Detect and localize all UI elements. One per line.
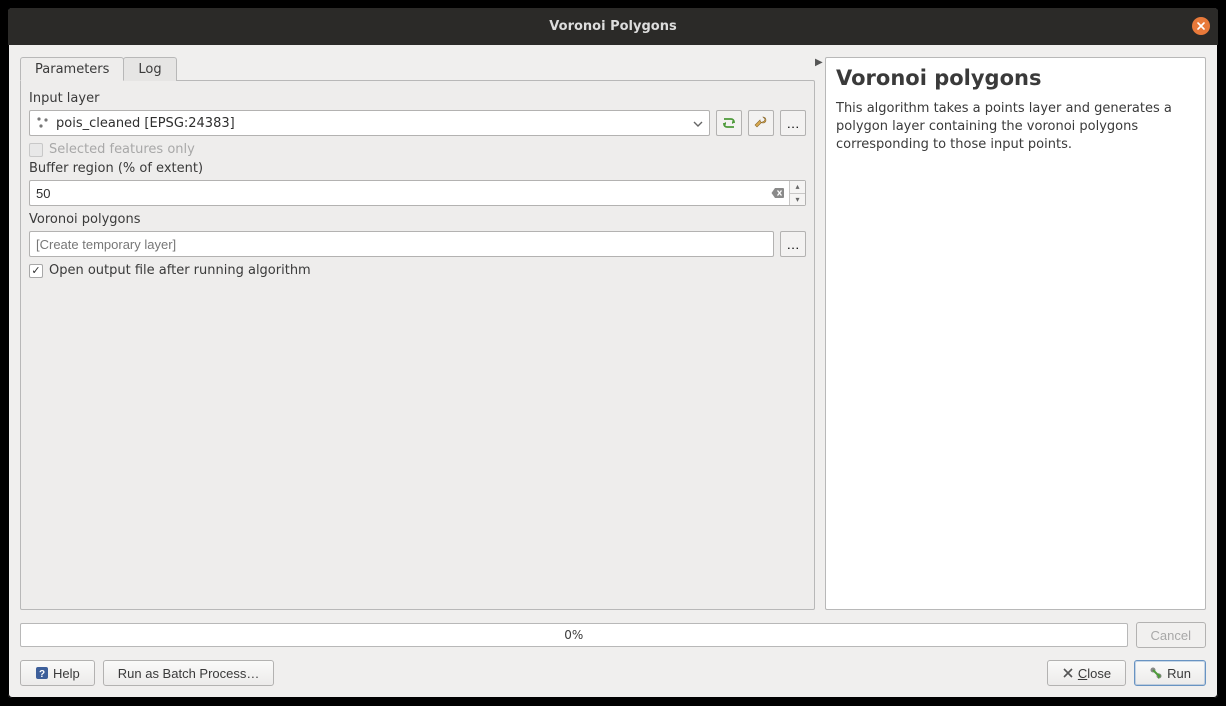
input-layer-combo[interactable]: pois_cleaned [EPSG:24383]: [29, 110, 710, 136]
output-layer-row: …: [29, 231, 806, 257]
ellipsis-icon: …: [786, 116, 799, 131]
window-title: Voronoi Polygons: [549, 19, 676, 34]
input-layer-browse-button[interactable]: …: [780, 110, 806, 136]
cancel-button: Cancel: [1136, 622, 1206, 648]
chevron-down-icon: [693, 116, 703, 131]
selected-features-label: Selected features only: [49, 142, 195, 157]
help-collapse-toggle[interactable]: ▶: [815, 57, 823, 68]
progress-text: 0%: [564, 628, 583, 642]
backspace-icon: [771, 187, 785, 199]
point-layer-icon: [36, 116, 50, 130]
help-button-label: Help: [53, 666, 80, 681]
help-button[interactable]: ? Help: [20, 660, 95, 686]
window-close-button[interactable]: [1192, 17, 1210, 35]
help-body-text: This algorithm takes a points layer and …: [836, 100, 1195, 155]
parameters-tab-body: Input layer pois_cleaned [EPSG:24383]: [20, 80, 815, 610]
tab-log[interactable]: Log: [123, 57, 176, 81]
input-layer-row: pois_cleaned [EPSG:24383]: [29, 110, 806, 136]
buffer-region-input[interactable]: [36, 186, 767, 201]
iterate-icon: [720, 115, 738, 131]
input-layer-label: Input layer: [29, 91, 806, 106]
selected-features-checkbox: [29, 143, 43, 157]
run-button-label: Run: [1167, 666, 1191, 681]
open-output-checkbox[interactable]: [29, 264, 43, 278]
input-layer-value: pois_cleaned [EPSG:24383]: [56, 116, 693, 131]
progress-row: 0% Cancel: [20, 622, 1206, 648]
run-icon: [1149, 666, 1163, 680]
buffer-region-row: ▴ ▾: [29, 180, 806, 206]
close-x-icon: [1062, 667, 1074, 679]
output-layer-field[interactable]: [29, 231, 774, 257]
help-panel: Voronoi polygons This algorithm takes a …: [825, 57, 1206, 610]
run-button[interactable]: Run: [1134, 660, 1206, 686]
footer-row: ? Help Run as Batch Process… Close: [20, 660, 1206, 686]
help-title: Voronoi polygons: [836, 66, 1195, 90]
open-output-checkrow[interactable]: Open output file after running algorithm: [29, 263, 806, 278]
spin-up-button[interactable]: ▴: [790, 181, 805, 194]
main-row: ▶ Parameters Log Input layer: [20, 57, 1206, 610]
svg-text:?: ?: [39, 669, 45, 680]
buffer-region-spinbox[interactable]: ▴ ▾: [29, 180, 806, 206]
clear-value-button[interactable]: [767, 187, 789, 199]
help-icon: ?: [35, 666, 49, 680]
tab-strip: Parameters Log: [20, 57, 815, 81]
advanced-options-button[interactable]: [748, 110, 774, 136]
output-layer-browse-button[interactable]: …: [780, 231, 806, 257]
output-layer-label: Voronoi polygons: [29, 212, 806, 227]
buffer-region-label: Buffer region (% of extent): [29, 161, 806, 176]
close-icon: [1196, 21, 1206, 31]
open-output-label: Open output file after running algorithm: [49, 263, 311, 278]
parameters-pane: Parameters Log Input layer pois_cleaned …: [20, 57, 815, 610]
dialog-body: ▶ Parameters Log Input layer: [8, 45, 1218, 698]
tab-parameters[interactable]: Parameters: [20, 57, 124, 81]
output-layer-input[interactable]: [36, 237, 767, 252]
spin-buttons: ▴ ▾: [789, 181, 805, 205]
titlebar: Voronoi Polygons: [8, 8, 1218, 45]
selected-features-checkrow: Selected features only: [29, 142, 806, 157]
close-button-label: Close: [1078, 666, 1111, 681]
run-batch-button[interactable]: Run as Batch Process…: [103, 660, 275, 686]
close-button[interactable]: Close: [1047, 660, 1126, 686]
dialog-window: Voronoi Polygons ▶ Parameters Log Input …: [8, 8, 1218, 698]
wrench-icon: [752, 114, 770, 132]
spin-down-button[interactable]: ▾: [790, 194, 805, 206]
iterate-features-button[interactable]: [716, 110, 742, 136]
progress-bar: 0%: [20, 623, 1128, 647]
ellipsis-icon: …: [786, 237, 799, 252]
